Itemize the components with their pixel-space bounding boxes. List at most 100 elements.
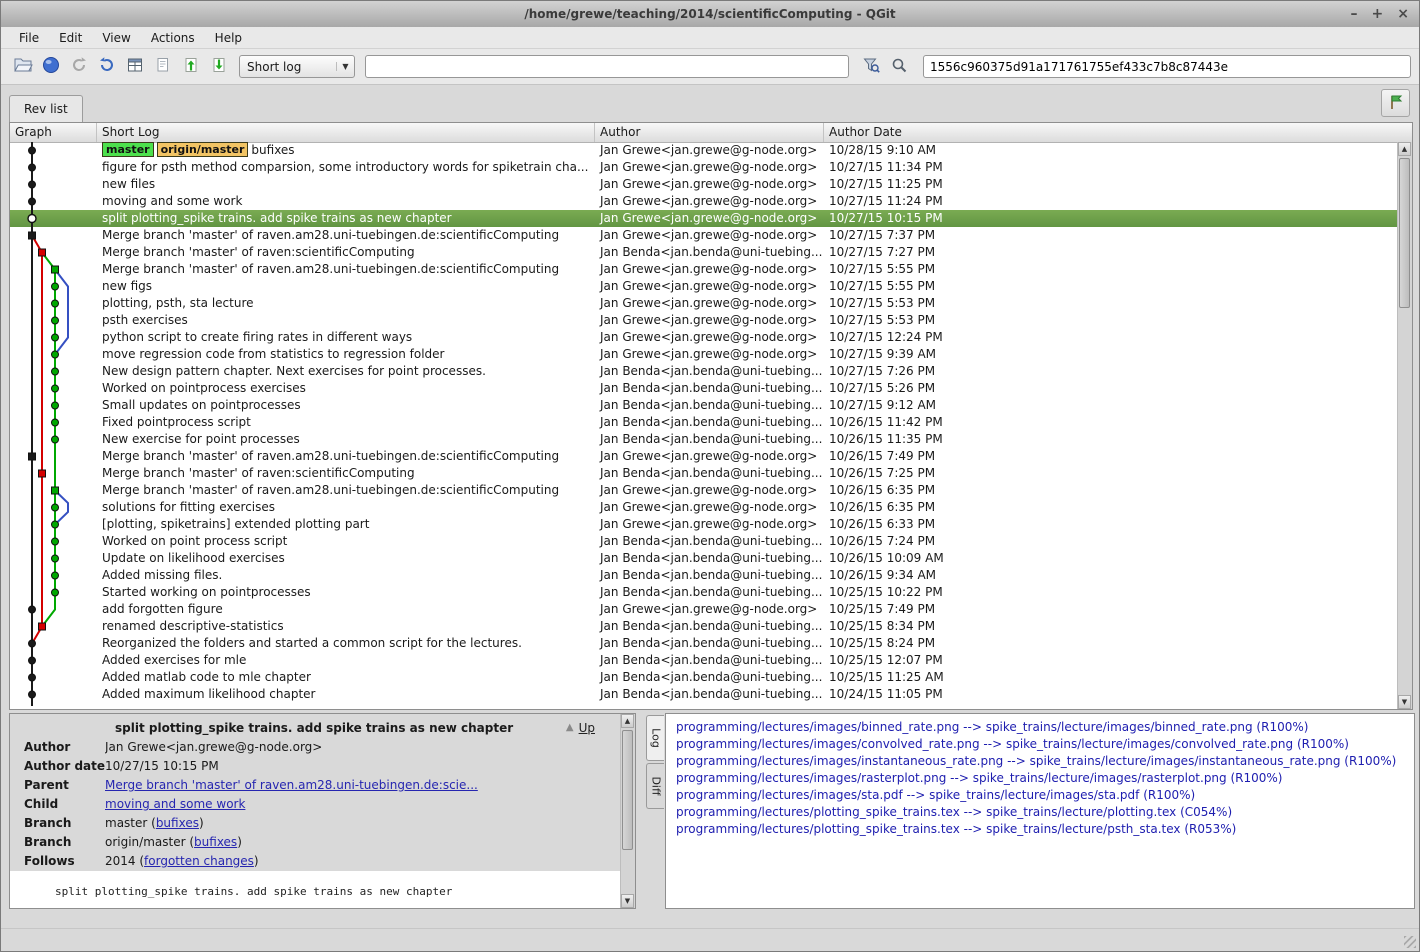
tab-rev-list[interactable]: Rev list: [9, 95, 83, 122]
commit-row[interactable]: figure for psth method comparsion, some …: [10, 159, 1398, 176]
commit-row[interactable]: [plotting, spiketrains] extended plottin…: [10, 516, 1398, 533]
older-revision-button[interactable]: [177, 54, 205, 80]
resize-grip[interactable]: [1404, 936, 1416, 948]
scrollbar-thumb[interactable]: [1399, 158, 1410, 308]
commit-row[interactable]: Added exercises for mleJan Benda<jan.ben…: [10, 652, 1398, 669]
view-grid-button[interactable]: [121, 54, 149, 80]
menu-file[interactable]: File: [9, 29, 49, 47]
column-header-author-date[interactable]: Author Date: [824, 123, 1412, 142]
commit-subject: solutions for fitting exercises: [97, 499, 595, 516]
commit-row[interactable]: Merge branch 'master' of raven.am28.uni-…: [10, 448, 1398, 465]
commit-row[interactable]: Merge branch 'master' of raven.am28.uni-…: [10, 482, 1398, 499]
commit-row[interactable]: solutions for fitting exercisesJan Grewe…: [10, 499, 1398, 516]
commit-row[interactable]: masterorigin/masterbufixesJan Grewe<jan.…: [10, 142, 1398, 159]
commit-row[interactable]: Worked on pointprocess exercisesJan Bend…: [10, 380, 1398, 397]
filter-highlight-button[interactable]: [857, 54, 885, 80]
commit-row[interactable]: New design pattern chapter. Next exercis…: [10, 363, 1398, 380]
file-rename-entry[interactable]: programming/lectures/images/rasterplot.p…: [676, 770, 1414, 787]
scroll-up-icon[interactable]: ▲: [1398, 142, 1411, 156]
detail-label: Parent: [10, 776, 105, 795]
commit-row[interactable]: Merge branch 'master' of raven:scientifi…: [10, 465, 1398, 482]
column-header-graph[interactable]: Graph: [10, 123, 97, 142]
graph-cell: [10, 414, 97, 431]
commit-details-meta: split plotting_spike trains. add spike t…: [10, 714, 621, 871]
vtab-diff[interactable]: Diff: [646, 763, 664, 809]
graph-cell: [10, 499, 97, 516]
forward-button[interactable]: [93, 54, 121, 80]
graph-cell: [10, 159, 97, 176]
commit-row[interactable]: move regression code from statistics to …: [10, 346, 1398, 363]
detail-link[interactable]: bufixes: [156, 816, 199, 830]
commit-row[interactable]: New exercise for point processesJan Bend…: [10, 431, 1398, 448]
find-button[interactable]: [885, 54, 913, 80]
commit-row[interactable]: Worked on point process scriptJan Benda<…: [10, 533, 1398, 550]
commit-date: 10/25/15 12:07 PM: [824, 652, 1398, 669]
commit-row[interactable]: moving and some workJan Grewe<jan.grewe@…: [10, 193, 1398, 210]
file-rename-entry[interactable]: programming/lectures/plotting_spike_trai…: [676, 804, 1414, 821]
patch-button[interactable]: [149, 54, 177, 80]
detail-link[interactable]: moving and some work: [105, 797, 245, 811]
sha-input[interactable]: [923, 55, 1411, 78]
file-rename-entry[interactable]: programming/lectures/plotting_spike_trai…: [676, 821, 1414, 838]
file-rename-entry[interactable]: programming/lectures/images/sta.pdf --> …: [676, 787, 1414, 804]
commit-row[interactable]: new filesJan Grewe<jan.grewe@g-node.org>…: [10, 176, 1398, 193]
commit-row[interactable]: split plotting_spike trains. add spike t…: [10, 210, 1398, 227]
commit-row[interactable]: Fixed pointprocess scriptJan Benda<jan.b…: [10, 414, 1398, 431]
detail-link[interactable]: Merge branch 'master' of raven.am28.uni-…: [105, 778, 478, 792]
statusbar: [1, 928, 1419, 951]
commit-author: Jan Benda<jan.benda@uni-tuebing...: [595, 363, 824, 380]
commit-row[interactable]: Reorganized the folders and started a co…: [10, 635, 1398, 652]
commit-row[interactable]: plotting, psth, sta lectureJan Grewe<jan…: [10, 295, 1398, 312]
commit-subject: split plotting_spike trains. add spike t…: [97, 210, 595, 227]
back-button[interactable]: [65, 54, 93, 80]
file-rename-entry[interactable]: programming/lectures/images/convolved_ra…: [676, 736, 1414, 753]
commit-subject: Started working on pointprocesses: [97, 584, 595, 601]
menu-view[interactable]: View: [92, 29, 140, 47]
commit-row[interactable]: Started working on pointprocessesJan Ben…: [10, 584, 1398, 601]
search-input[interactable]: [365, 55, 849, 78]
open-button[interactable]: [9, 54, 37, 80]
commit-row[interactable]: Merge branch 'master' of raven:scientifi…: [10, 244, 1398, 261]
detail-field: Follows2014 (forgotten changes): [10, 852, 621, 871]
minimize-button[interactable]: –: [1351, 7, 1358, 21]
maximize-button[interactable]: +: [1372, 7, 1384, 21]
commit-row[interactable]: Added maximum likelihood chapterJan Bend…: [10, 686, 1398, 703]
detail-link[interactable]: forgotten changes: [144, 854, 254, 868]
newer-revision-button[interactable]: [205, 54, 233, 80]
commit-row[interactable]: Added missing files.Jan Benda<jan.benda@…: [10, 567, 1398, 584]
commit-row[interactable]: Merge branch 'master' of raven.am28.uni-…: [10, 227, 1398, 244]
commit-row[interactable]: Small updates on pointprocessesJan Benda…: [10, 397, 1398, 414]
commit-row[interactable]: Merge branch 'master' of raven.am28.uni-…: [10, 261, 1398, 278]
detail-link[interactable]: bufixes: [194, 835, 237, 849]
scroll-down-icon[interactable]: ▼: [1398, 695, 1411, 709]
scroll-down-icon[interactable]: ▼: [621, 894, 634, 908]
scrollbar-thumb[interactable]: [622, 730, 633, 850]
up-button[interactable]: ▲ Up: [566, 718, 595, 738]
menu-actions[interactable]: Actions: [141, 29, 205, 47]
scroll-up-icon[interactable]: ▲: [621, 714, 634, 728]
commit-subject: Added matlab code to mle chapter: [97, 669, 595, 686]
menu-help[interactable]: Help: [205, 29, 252, 47]
commit-row[interactable]: new figsJan Grewe<jan.grewe@g-node.org>1…: [10, 278, 1398, 295]
commit-row[interactable]: add forgotten figureJan Grewe<jan.grewe@…: [10, 601, 1398, 618]
close-button[interactable]: ×: [1397, 7, 1409, 21]
refs-toggle-button[interactable]: [1381, 89, 1410, 117]
commit-row[interactable]: Update on likelihood exercisesJan Benda<…: [10, 550, 1398, 567]
menu-edit[interactable]: Edit: [49, 29, 92, 47]
detail-value: 10/27/15 10:15 PM: [105, 757, 621, 776]
commit-row[interactable]: python script to create firing rates in …: [10, 329, 1398, 346]
log-view-select[interactable]: Short log ▼: [239, 55, 355, 78]
file-rename-entry[interactable]: programming/lectures/images/binned_rate.…: [676, 719, 1414, 736]
column-header-author[interactable]: Author: [595, 123, 824, 142]
graph-cell: [10, 142, 97, 159]
commit-author: Jan Benda<jan.benda@uni-tuebing...: [595, 414, 824, 431]
home-button[interactable]: [37, 54, 65, 80]
log-view-value: Short log: [240, 60, 336, 74]
commit-row[interactable]: renamed descriptive-statisticsJan Benda<…: [10, 618, 1398, 635]
column-header-short-log[interactable]: Short Log: [97, 123, 595, 142]
commit-row[interactable]: psth exercisesJan Grewe<jan.grewe@g-node…: [10, 312, 1398, 329]
commit-row[interactable]: Added matlab code to mle chapterJan Bend…: [10, 669, 1398, 686]
vtab-log[interactable]: Log: [646, 715, 664, 761]
file-rename-entry[interactable]: programming/lectures/images/instantaneou…: [676, 753, 1414, 770]
titlebar: /home/grewe/teaching/2014/scientificComp…: [1, 1, 1419, 28]
